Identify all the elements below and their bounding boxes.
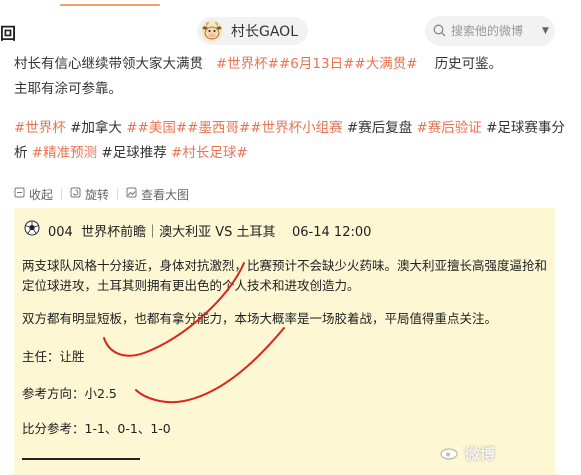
search-input[interactable] xyxy=(451,24,537,38)
search-icon xyxy=(433,22,446,41)
post-line-2: 主耶有涂可参靠。 xyxy=(14,81,122,97)
post-intro-tag[interactable]: #世界杯##6月13日##大满贯# xyxy=(216,56,418,72)
rotate-label: 旋转 xyxy=(85,187,110,202)
direction-pick: 参考方向：小2.5 xyxy=(22,386,117,401)
hashtag-plain: #赛后复盘 xyxy=(346,120,413,136)
hashtag[interactable]: #村长足球# xyxy=(171,145,248,161)
back-button[interactable]: 回 xyxy=(0,20,16,44)
weibo-logo-icon xyxy=(440,444,460,464)
rotate-button[interactable]: 旋转 xyxy=(62,186,117,203)
image-actions: 收起 旋转 查看大图 xyxy=(14,184,197,204)
hashtag[interactable]: #赛后验证 xyxy=(417,120,482,136)
soccer-ball-icon xyxy=(24,220,40,240)
active-tab-indicator xyxy=(60,4,160,6)
hashtag-plain: #加拿大 xyxy=(70,120,122,136)
collapse-label: 收起 xyxy=(29,187,54,202)
analysis-paragraph-1: 两支球队风格十分接近，身体对抗激烈，比赛预计不会缺少火药味。澳大利亚擅长高强度逼… xyxy=(22,258,548,293)
rotate-icon xyxy=(70,187,81,201)
post-line-1: 村长有信心继续带领大家大满贯 #世界杯##6月13日##大满贯# 历史可鉴。 xyxy=(14,52,574,77)
weibo-watermark: 微博 xyxy=(440,443,495,464)
watermark-text: 微博 xyxy=(465,445,496,463)
image-icon xyxy=(126,187,137,201)
collapse-button[interactable]: 收起 xyxy=(14,186,61,203)
chevron-down-icon[interactable]: ▼ xyxy=(542,26,549,36)
username[interactable]: 村长GAOL xyxy=(231,21,298,41)
prediction-image[interactable]: 004 世界杯前瞻｜澳大利亚 VS 土耳其 06-14 12:00 两支球队风格… xyxy=(14,208,555,475)
match-title: 004 世界杯前瞻｜澳大利亚 VS 土耳其 06-14 12:00 xyxy=(48,224,372,240)
post-text: 村长有信心继续带领大家大满贯 #世界杯##6月13日##大满贯# 历史可鉴。 主… xyxy=(14,52,574,166)
view-large-label: 查看大图 xyxy=(141,187,190,202)
underline-divider xyxy=(22,458,140,460)
top-bar: 回 村长GAOL ▼ xyxy=(0,0,581,50)
score-reference: 比分参考：1-1、0-1、1-0 xyxy=(22,421,171,436)
post-intro-suffix: 历史可鉴。 xyxy=(434,56,503,72)
hashtag[interactable]: ##美国##墨西哥##世界杯小组赛 xyxy=(126,120,342,136)
post-intro: 村长有信心继续带领大家大满贯 xyxy=(14,56,203,72)
cow-avatar-icon xyxy=(201,20,223,42)
view-large-button[interactable]: 查看大图 xyxy=(118,186,197,203)
hashtag[interactable]: #世界杯 xyxy=(14,120,66,136)
hashtag-line: #世界杯 #加拿大 ##美国##墨西哥##世界杯小组赛 #赛后复盘 #赛后验证 … xyxy=(14,116,574,166)
match-header: 004 世界杯前瞻｜澳大利亚 VS 土耳其 06-14 12:00 xyxy=(24,220,371,240)
search-box[interactable]: ▼ xyxy=(425,16,555,46)
hashtag-plain: #足球推荐 xyxy=(101,145,167,161)
user-chip[interactable]: 村长GAOL xyxy=(197,17,308,45)
hashtag[interactable]: #精准预测 xyxy=(32,145,97,161)
analysis-paragraph-2: 双方都有明显短板，也都有拿分能力，本场大概率是一场胶着战，平局值得重点关注。 xyxy=(22,311,498,326)
collapse-icon xyxy=(14,187,25,201)
main-pick: 主任：让胜 xyxy=(22,349,85,364)
